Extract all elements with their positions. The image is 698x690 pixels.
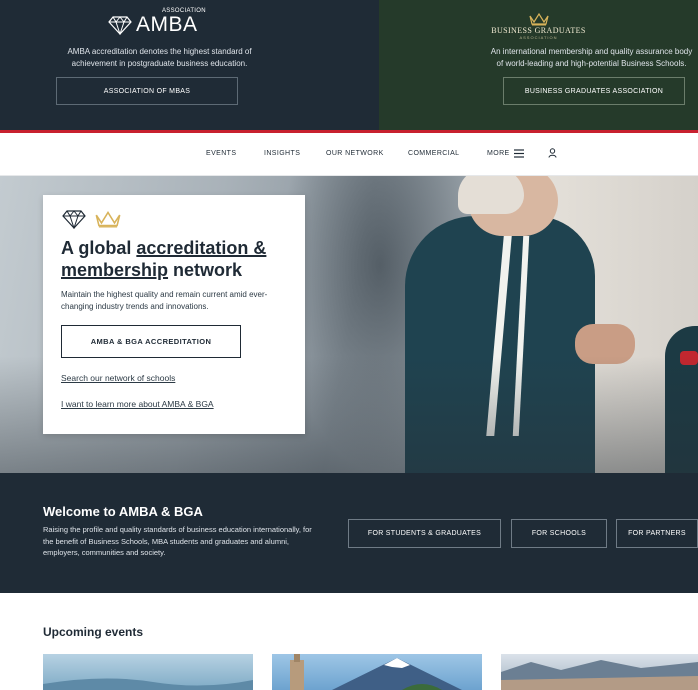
schools-button[interactable]: FOR SCHOOLS xyxy=(511,519,607,548)
hero-lead: Maintain the highest quality and remain … xyxy=(61,290,268,311)
nav-item-more[interactable]: MORE xyxy=(487,150,510,157)
hero-title-link-accreditation[interactable]: accreditation & xyxy=(136,238,266,258)
learn-more-link[interactable]: I want to learn more about AMBA & BGA xyxy=(61,399,214,409)
hero-card-logos xyxy=(61,209,121,229)
event-image-city xyxy=(501,660,698,690)
menu-icon[interactable] xyxy=(514,149,524,158)
partners-button[interactable]: FOR PARTNERS xyxy=(616,519,698,548)
graduate-hair xyxy=(458,176,524,214)
crown-icon xyxy=(528,12,549,26)
crown-icon xyxy=(95,211,121,228)
bga-description: An international membership and quality … xyxy=(490,47,693,68)
event-thumbnail[interactable] xyxy=(501,654,698,690)
brand-header: ASSOCIATION AMBA AMBA accreditation deno… xyxy=(0,0,698,130)
main-nav: EVENTS INSIGHTS OUR NETWORK COMMERCIAL M… xyxy=(0,133,698,176)
hero-title: A global accreditation & membership netwo… xyxy=(61,238,267,280)
hero-card: A global accreditation & membership netwo… xyxy=(43,195,305,434)
bga-panel: BUSINESS GRADUATES ASSOCIATION An intern… xyxy=(379,0,698,130)
diamond-icon xyxy=(62,210,86,229)
amba-panel: ASSOCIATION AMBA AMBA accreditation deno… xyxy=(0,0,379,130)
welcome-section: Welcome to AMBA & BGA Raising the profil… xyxy=(0,473,698,593)
nav-item-insights[interactable]: INSIGHTS xyxy=(264,150,300,157)
nav-item-our-network[interactable]: OUR NETWORK xyxy=(326,150,384,157)
diamond-icon xyxy=(108,15,132,35)
bga-logo-title: BUSINESS GRADUATES xyxy=(491,26,586,35)
welcome-text: Raising the profile and quality standard… xyxy=(43,525,312,557)
business-graduates-association-button[interactable]: BUSINESS GRADUATES ASSOCIATION xyxy=(503,77,685,105)
amba-logo-word: ASSOCIATION AMBA xyxy=(136,8,206,36)
amba-logo-small: ASSOCIATION xyxy=(162,8,206,14)
bga-logo-sub: ASSOCIATION xyxy=(519,35,558,40)
event-thumbnail[interactable] xyxy=(43,654,253,690)
amba-logo[interactable]: ASSOCIATION AMBA xyxy=(108,8,206,36)
event-image-sky xyxy=(43,678,253,690)
bga-logo[interactable]: BUSINESS GRADUATES ASSOCIATION xyxy=(379,12,698,40)
nav-item-commercial[interactable]: COMMERCIAL xyxy=(408,150,459,157)
upcoming-events-title: Upcoming events xyxy=(43,625,144,639)
event-thumbnail[interactable] xyxy=(272,654,482,690)
nav-item-events[interactable]: EVENTS xyxy=(206,150,236,157)
association-of-mbas-button[interactable]: ASSOCIATION OF MBAS xyxy=(56,77,238,105)
event-image-volcano xyxy=(290,654,462,690)
search-network-link[interactable]: Search our network of schools xyxy=(61,373,175,383)
hero-title-link-membership[interactable]: membership xyxy=(61,260,168,280)
welcome-title: Welcome to AMBA & BGA xyxy=(43,504,203,519)
amba-description: AMBA accreditation denotes the highest s… xyxy=(67,47,252,68)
students-graduates-button[interactable]: FOR STUDENTS & GRADUATES xyxy=(348,519,501,548)
user-icon[interactable] xyxy=(548,148,557,158)
accreditation-button[interactable]: AMBA & BGA ACCREDITATION xyxy=(61,325,241,358)
